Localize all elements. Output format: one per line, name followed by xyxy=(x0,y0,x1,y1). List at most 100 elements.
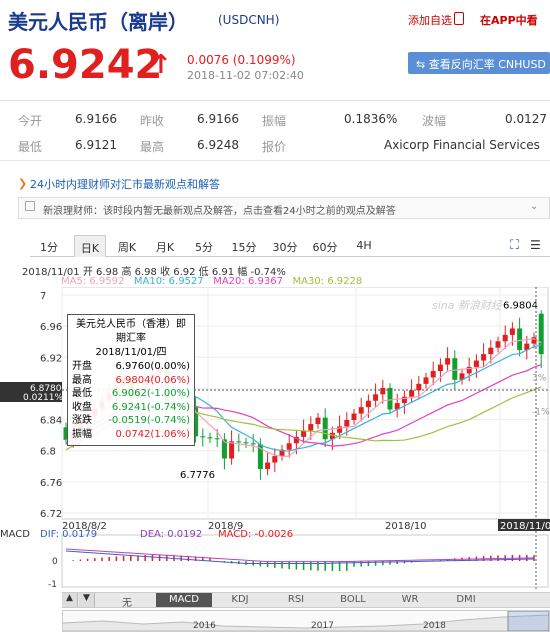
candle-body xyxy=(452,358,458,380)
candle-body xyxy=(344,419,350,427)
candle-body xyxy=(488,347,494,355)
candle-tooltip: 美元兑人民币（香港）即期汇率 2018/11/01/四 开盘 6.9760(0.0… xyxy=(67,314,195,446)
current-price: 6.9242 xyxy=(8,42,163,88)
candle-body xyxy=(286,443,292,450)
indicator-kdj[interactable]: KDJ xyxy=(212,593,268,607)
news-box[interactable]: 新浪理财师：该时段内暂无最新观点及解答，点击查看24小时之前的观点及解答 xyxy=(18,197,550,219)
stat-high-label: 最高 xyxy=(140,140,165,154)
tooltip-title: 美元兑人民币（香港）即期汇率 xyxy=(76,319,186,344)
phone-icon xyxy=(454,12,464,25)
y-tick-label: 6.84 xyxy=(40,416,62,427)
document-icon xyxy=(25,201,35,211)
candle-body xyxy=(322,417,328,440)
candle-body xyxy=(416,383,422,391)
macd-frame xyxy=(61,534,549,588)
open-in-app-link[interactable]: 在APP中看 xyxy=(480,12,538,28)
ma30-value: MA30: 6.9228 xyxy=(292,276,363,287)
tooltip-row: 收盘 6.9241(-0.74%) xyxy=(72,401,190,415)
menu-icon[interactable]: ☰ xyxy=(530,238,541,252)
chevron-down-icon[interactable]: ⌄ xyxy=(530,201,538,212)
y-tick-label: 6.8 xyxy=(40,447,56,458)
indicator-dmi[interactable]: DMI xyxy=(438,593,494,607)
tab-5[interactable]: 15分 xyxy=(228,235,260,257)
candle-body xyxy=(423,377,429,384)
fullscreen-icon[interactable]: ⛶ xyxy=(510,238,519,253)
candle-body xyxy=(538,313,544,355)
stat-open: 6.9166 xyxy=(75,112,117,126)
y-tick-label: 6.76 xyxy=(40,478,62,489)
candle-body xyxy=(243,442,249,444)
x-tick-label: 2018/11/01 xyxy=(500,521,550,532)
candle-body xyxy=(200,436,206,438)
tooltip-row-value: 6.9804(0.06%) xyxy=(115,374,190,386)
tab-0[interactable]: 1分 xyxy=(34,235,64,257)
candle-body xyxy=(409,390,415,397)
dea-line xyxy=(65,548,535,563)
arrow-down-icon[interactable]: ▼ xyxy=(79,593,95,607)
news-heading[interactable]: 24小时内理财师对汇市最新观点和解答 xyxy=(30,176,220,192)
candle-body xyxy=(236,441,242,443)
tooltip-row-label: 振幅 xyxy=(72,428,92,440)
timeline-year: 2017 xyxy=(311,621,334,631)
candle-body xyxy=(214,438,220,440)
stat-prev: 6.9166 xyxy=(197,112,239,126)
tab-6[interactable]: 30分 xyxy=(268,235,302,257)
indicator-bar: ▲ ▼ 无 MACD KDJ RSI BOLL WR DMI xyxy=(62,592,550,609)
high-marker: 6.9804 xyxy=(503,300,538,311)
ma10-value: MA10: 6.9527 xyxy=(133,276,204,287)
stat-open-label: 今开 xyxy=(18,114,43,128)
tooltip-row-label: 最高 xyxy=(72,374,92,386)
indicator-rsi[interactable]: RSI xyxy=(268,593,324,607)
stat-low-label: 最低 xyxy=(18,140,43,154)
candle-body xyxy=(358,407,364,414)
indicator-macd[interactable]: MACD xyxy=(156,593,212,607)
right-pct: -1% xyxy=(532,407,550,417)
candle-body xyxy=(481,354,487,361)
candle-body xyxy=(517,328,523,351)
candle-body xyxy=(502,334,508,342)
tooltip-row: 最高 6.9804(0.06%) xyxy=(72,374,190,388)
tooltip-row-label: 开盘 xyxy=(72,361,92,372)
tab-3[interactable]: 月K xyxy=(150,235,180,257)
tooltip-row: 最低 6.9062(-1.00%) xyxy=(72,387,190,401)
stat-prev-label: 昨收 xyxy=(140,114,165,128)
indicator-无[interactable]: 无 xyxy=(98,593,156,609)
tab-8[interactable]: 4H xyxy=(350,235,378,257)
dif-value: DIF: 0.0179 xyxy=(40,529,97,540)
y-tick-label: 7 xyxy=(40,291,46,302)
candle-body xyxy=(315,417,321,425)
stat-amp-label: 振幅 xyxy=(262,114,287,128)
tab-4[interactable]: 5分 xyxy=(190,235,218,257)
candle-body xyxy=(351,413,357,420)
stat-amp: 0.1836% xyxy=(344,112,398,126)
candle-body xyxy=(437,364,443,372)
indicator-wr[interactable]: WR xyxy=(382,593,438,607)
price-change: 0.0076 (0.1099%) xyxy=(187,53,296,67)
candle-body xyxy=(445,358,451,365)
candle-body xyxy=(365,400,371,408)
up-arrow-icon: ↑ xyxy=(150,50,172,80)
y-tick-label: 6.72 xyxy=(40,509,62,520)
tab-2[interactable]: 周K xyxy=(112,235,142,257)
period-tabs: 1分 日K 周K 月K 5分 15分 30分 60分 4H xyxy=(30,235,550,257)
timeline-scroller[interactable]: 2016 2017 2018 xyxy=(62,610,550,632)
reverse-rate-button[interactable]: ⇆ 查看反向汇率 CNHUSD xyxy=(408,52,550,74)
tab-7[interactable]: 60分 xyxy=(308,235,342,257)
indicator-boll[interactable]: BOLL xyxy=(324,593,382,607)
add-favorite-link[interactable]: 添加自选 xyxy=(408,12,452,28)
stat-low: 6.9121 xyxy=(75,138,117,152)
tab-1[interactable]: 日K xyxy=(74,235,106,257)
macd-label: MACD xyxy=(0,529,30,540)
arrow-up-icon[interactable]: ▲ xyxy=(62,593,78,607)
stat-wave-label: 波幅 xyxy=(422,114,447,128)
divider xyxy=(0,160,550,161)
watermark: sina 新浪财经 xyxy=(432,299,503,312)
ma20-value: MA20: 6.9367 xyxy=(213,276,283,287)
cursor-pct: 0.0211% xyxy=(23,393,63,403)
candle-body xyxy=(308,424,314,431)
y-tick-label: 6.96 xyxy=(40,322,62,333)
tooltip-row-label: 最低 xyxy=(72,388,92,399)
tooltip-row-label: 收盘 xyxy=(72,401,92,413)
candle-body xyxy=(430,371,436,378)
tooltip-row-label: 涨跌 xyxy=(72,415,92,426)
